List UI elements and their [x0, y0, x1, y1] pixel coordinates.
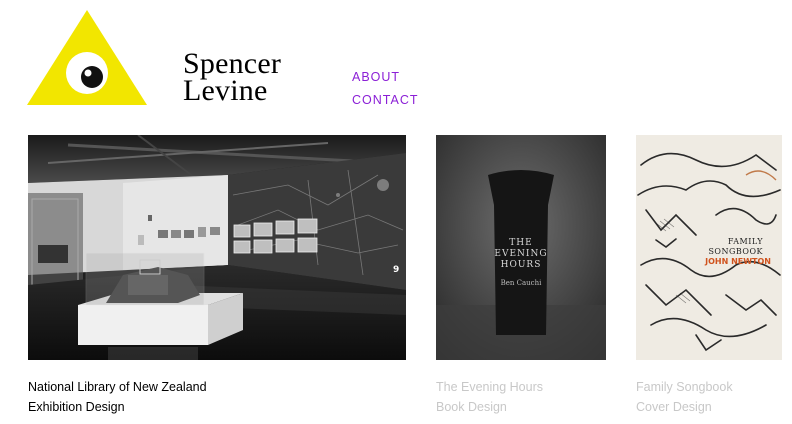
cover-title-1: THE	[509, 238, 532, 248]
project-subtitle: Cover Design	[636, 400, 712, 414]
project-caption[interactable]: National Library of New Zealand Exhibiti…	[28, 377, 288, 417]
project-subtitle: Exhibition Design	[28, 400, 125, 414]
project-thumbnail-evening-hours[interactable]: THE EVENING HOURS Ben Cauchi	[436, 135, 606, 365]
project-card-national-library[interactable]: 9 National Library of New Zealand Exhibi…	[28, 135, 406, 414]
project-card-family-songbook[interactable]: FAMILY SONGBOOK JOHN NEWTON Family Songb…	[636, 135, 782, 414]
main-nav: ABOUT CONTACT	[352, 66, 419, 112]
site-title-line-1: Spencer	[183, 47, 282, 80]
cover-title-2: EVENING	[494, 249, 547, 259]
nav-link-about[interactable]: ABOUT	[352, 66, 419, 89]
eye-triangle-icon	[27, 10, 147, 105]
nav-link-contact[interactable]: CONTACT	[352, 89, 419, 112]
project-thumbnail-exhibition[interactable]: 9	[28, 135, 406, 365]
family-songbook-cover: FAMILY SONGBOOK JOHN NEWTON	[636, 135, 782, 360]
cover-title-3: HOURS	[501, 260, 542, 270]
cover-title-2: SONGBOOK	[708, 247, 763, 256]
logo[interactable]	[27, 10, 147, 106]
cover-author: Ben Cauchi	[501, 279, 542, 287]
project-caption[interactable]: Family Songbook Cover Design	[636, 377, 792, 417]
cover-title-1: FAMILY	[728, 237, 763, 246]
project-title: Family Songbook	[636, 380, 733, 394]
site-title-line-2: Levine	[183, 74, 268, 107]
evening-hours-cover: THE EVENING HOURS Ben Cauchi	[436, 135, 606, 360]
cover-author: JOHN NEWTON	[704, 257, 771, 266]
svg-text:9: 9	[393, 265, 399, 275]
project-card-evening-hours[interactable]: THE EVENING HOURS Ben Cauchi The Evening…	[436, 135, 606, 414]
exhibition-photo: 9	[28, 135, 406, 360]
site-title[interactable]: Spencer Levine	[183, 47, 323, 107]
project-title: National Library of New Zealand	[28, 380, 207, 394]
project-thumbnail-family-songbook[interactable]: FAMILY SONGBOOK JOHN NEWTON	[636, 135, 782, 365]
